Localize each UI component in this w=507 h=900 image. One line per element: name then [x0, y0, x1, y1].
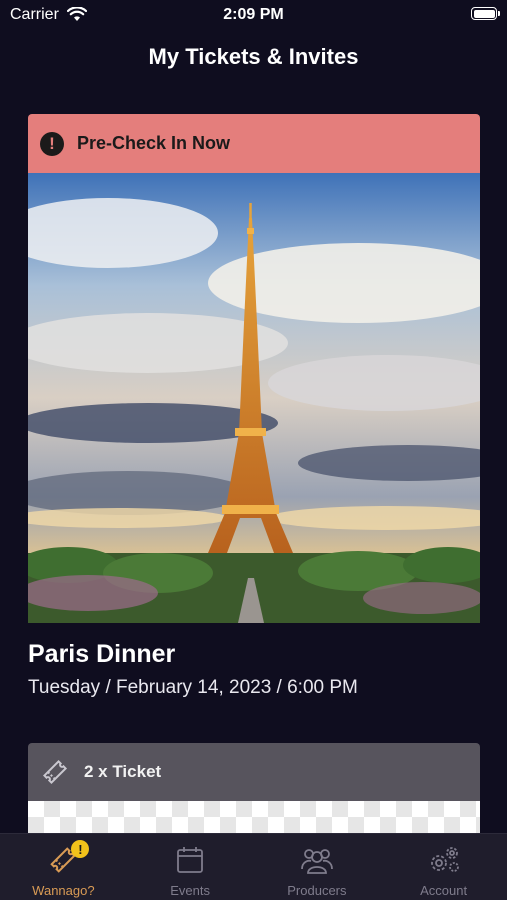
clock: 2:09 PM — [223, 6, 284, 23]
gears-icon — [426, 844, 462, 876]
people-icon — [299, 844, 335, 876]
event-card[interactable]: ! Pre-Check In Now — [28, 114, 480, 623]
ticket-label: 2 x Ticket — [84, 762, 162, 781]
pre-check-in-banner[interactable]: ! Pre-Check In Now — [28, 114, 480, 173]
ticket-row[interactable]: 2 x Ticket — [28, 743, 480, 801]
page-title: My Tickets & Invites — [148, 44, 359, 69]
tab-label: Wannago? — [32, 883, 95, 898]
notification-badge: ! — [71, 840, 90, 858]
status-bar: Carrier 2:09 PM — [0, 0, 507, 32]
battery-icon — [471, 7, 500, 20]
tab-wannago[interactable]: ! Wannago? — [0, 834, 127, 900]
ticket-icon: ! — [47, 840, 90, 876]
banner-label: Pre-Check In Now — [77, 133, 231, 153]
event-date: Tuesday / February 14, 2023 / 6:00 PM — [28, 677, 358, 698]
tab-label: Account — [420, 883, 468, 898]
tab-account[interactable]: Account — [380, 834, 507, 900]
alert-icon: ! — [40, 131, 64, 156]
ticket-qr-placeholder — [28, 801, 480, 835]
tab-bar: ! Wannago? Events Producers Account — [0, 833, 507, 900]
event-image[interactable] — [28, 173, 480, 623]
event-title: Paris Dinner — [28, 640, 176, 668]
tab-label: Producers — [287, 883, 347, 898]
tab-events[interactable]: Events — [127, 834, 254, 900]
tab-label: Events — [170, 883, 210, 898]
ticket-card[interactable]: 2 x Ticket — [28, 743, 480, 835]
ticket-icon — [42, 759, 68, 785]
calendar-icon — [175, 844, 205, 876]
tab-producers[interactable]: Producers — [254, 834, 381, 900]
